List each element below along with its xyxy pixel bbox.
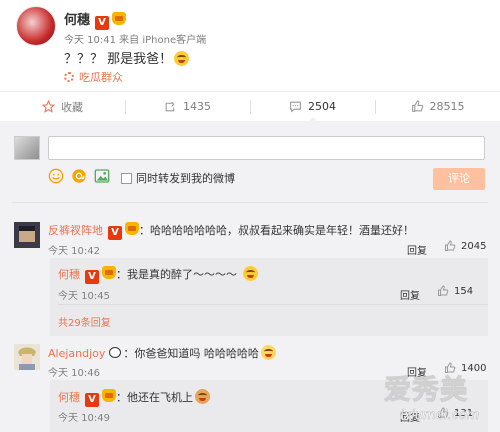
comment-input[interactable] <box>48 136 485 160</box>
repost-label: 同时转发到我的微博 <box>136 172 235 185</box>
reply-text: 何穗 V ：他还在飞机上 <box>58 389 210 407</box>
post-action-bar: 收藏 1435 2504 28515 <box>0 91 500 122</box>
reply-like-button[interactable]: 154 <box>437 285 473 297</box>
reply-author[interactable]: 何穗 <box>58 268 80 281</box>
comment-time: 今天 10:42 <box>48 246 100 257</box>
reply-text: 何穗 V ：我是真的醉了～～～～ <box>58 266 258 284</box>
thumbs-up-icon <box>438 285 449 296</box>
vip-crown-icon <box>102 266 116 279</box>
vip-crown-icon <box>102 389 116 402</box>
reply-body: ：他还在飞机上 <box>116 391 193 404</box>
more-replies-link[interactable]: 共29条回复 <box>58 314 111 329</box>
laughing-emoji-icon <box>174 51 190 66</box>
current-user-avatar <box>14 136 40 160</box>
divider <box>58 304 488 305</box>
reply-button[interactable]: 回复 <box>400 287 420 302</box>
author-avatar[interactable] <box>16 6 56 46</box>
thumbs-up-icon <box>445 240 456 251</box>
comment-count: 2504 <box>308 100 336 113</box>
topic-label[interactable]: 吃瓜群众 <box>79 71 123 84</box>
vip-crown-icon <box>112 12 127 25</box>
post-meta: 今天 10:41 来自 iPhone客户端 <box>64 35 207 46</box>
watermark-url: ixiumei.com <box>400 408 480 424</box>
cat-emoji-icon <box>260 345 276 360</box>
image-icon[interactable] <box>94 168 110 184</box>
reply-time: 今天 10:45 <box>58 291 110 302</box>
author-name[interactable]: 何穗 <box>64 13 90 28</box>
repost-checkbox[interactable] <box>121 172 132 184</box>
composer-toolbar <box>48 168 117 184</box>
weibo-post: 何穗 V 今天 10:41 来自 iPhone客户端 ？？？ 那是我爸！ 吃瓜群众 <box>0 0 500 91</box>
commenter-name[interactable]: Alejandjoy <box>48 347 105 360</box>
commenter-avatar[interactable] <box>14 222 40 248</box>
comment-like-button[interactable]: 2045 <box>444 240 486 252</box>
verified-badge: V <box>85 393 99 407</box>
star-icon <box>42 100 55 113</box>
like-count: 28515 <box>429 100 465 113</box>
thumbs-up-icon <box>411 100 423 112</box>
post-text: ？？？ 那是我爸！ <box>64 48 190 67</box>
reply-like-count: 154 <box>454 285 474 297</box>
verified-badge: V <box>95 16 110 30</box>
topic-link[interactable]: 吃瓜群众 <box>64 69 123 85</box>
reply-author[interactable]: 何穗 <box>58 391 80 404</box>
commenter-name[interactable]: 反裤衩阵地 <box>48 224 103 237</box>
reply-time: 今天 10:49 <box>58 413 110 424</box>
verified-badge: V <box>108 226 122 240</box>
verified-badge: V <box>85 270 99 284</box>
panda-badge-icon <box>109 347 122 358</box>
repost-count: 1435 <box>183 100 211 113</box>
emoji-icon[interactable] <box>48 168 64 184</box>
reply-body: ：我是真的醉了～～～～ <box>116 268 237 281</box>
submit-comment-button[interactable]: 评论 <box>433 168 485 190</box>
watermark-title: 爱秀美 <box>384 375 468 407</box>
dizzy-emoji-icon <box>243 266 258 281</box>
favorite-button[interactable]: 收藏 <box>0 92 125 121</box>
comment-body: ：你爸爸知道吗 哈哈哈哈哈 <box>123 347 259 360</box>
comment-body: ：哈哈哈哈哈哈哈，叔叔看起来确实是年轻！酒量还好！ <box>139 224 414 237</box>
at-mention-icon[interactable] <box>71 168 87 184</box>
divider <box>12 202 488 203</box>
comment-button[interactable]: 2504 <box>250 92 375 122</box>
topic-icon <box>64 72 74 82</box>
post-author[interactable]: 何穗 V <box>64 9 127 30</box>
like-button[interactable]: 28515 <box>375 92 500 121</box>
comment-icon <box>290 101 301 113</box>
favorite-label: 收藏 <box>61 100 83 114</box>
vip-crown-icon <box>125 222 139 235</box>
repost-button[interactable]: 1435 <box>125 92 250 121</box>
comment-time: 今天 10:46 <box>48 368 100 379</box>
commenter-avatar[interactable] <box>14 344 40 370</box>
repost-checkbox-row[interactable]: 同时转发到我的微博 <box>121 170 235 186</box>
reply-button[interactable]: 回复 <box>407 242 427 257</box>
comment-text: Alejandjoy ：你爸爸知道吗 哈哈哈哈哈 <box>48 345 276 361</box>
doge-emoji-icon <box>195 389 210 404</box>
comment-like-count: 2045 <box>461 240 487 252</box>
repost-icon <box>165 101 175 112</box>
comment-text: 反裤衩阵地 V ：哈哈哈哈哈哈哈，叔叔看起来确实是年轻！酒量还好！ <box>48 222 414 240</box>
post-text-content: ？？？ 那是我爸！ <box>64 52 173 67</box>
